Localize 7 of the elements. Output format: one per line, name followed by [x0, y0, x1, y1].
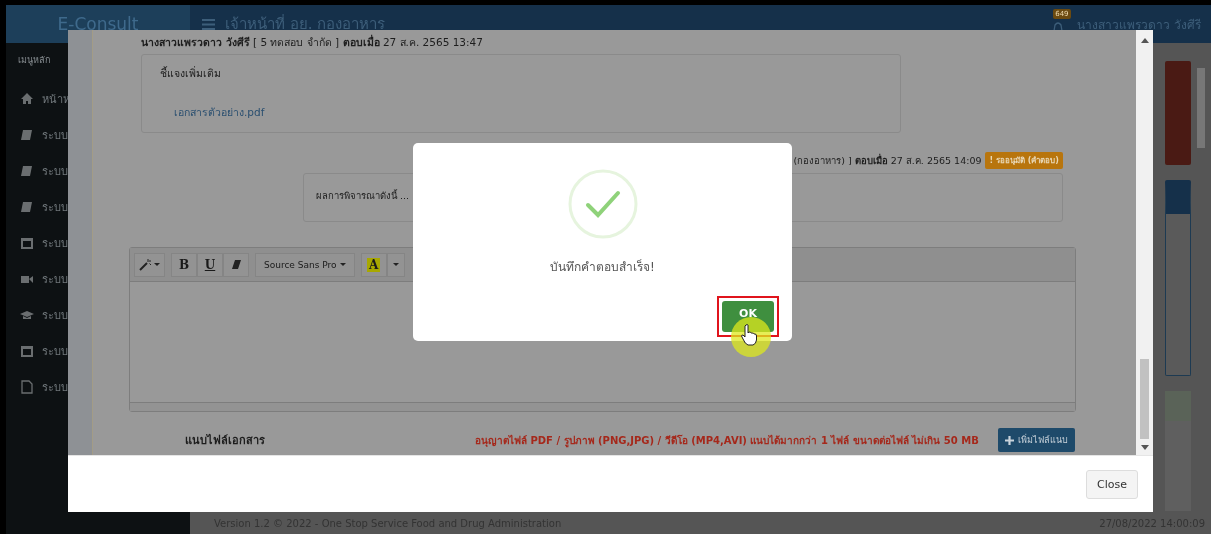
alert-message: บันทึกคำตอบสำเร็จ! — [550, 258, 655, 276]
attachment-label: แนบไฟล์เอกสาร — [185, 433, 266, 449]
reply-text: ผลการพิจารณาดังนี้ ... — [316, 190, 410, 201]
reply-text: ชี้แจงเพิ่มเติม — [160, 65, 222, 81]
file-rules-text: อนุญาตไฟล์ PDF / รูปภาพ (PNG,JPG) / วีดีโอ (MP4,AVI) แนบได้มากกว่า 1 ไฟล์ ขนาดต่อไฟล์ ไม่เกิน 50 MB — [475, 433, 980, 448]
reply-header: (กองอาหาร) ] ตอบเมื่อ 27 ส.ค. 2565 14:09 — [793, 152, 982, 168]
status-badge: ! รออนุมัติ (คำตอบ) — [985, 151, 1063, 169]
